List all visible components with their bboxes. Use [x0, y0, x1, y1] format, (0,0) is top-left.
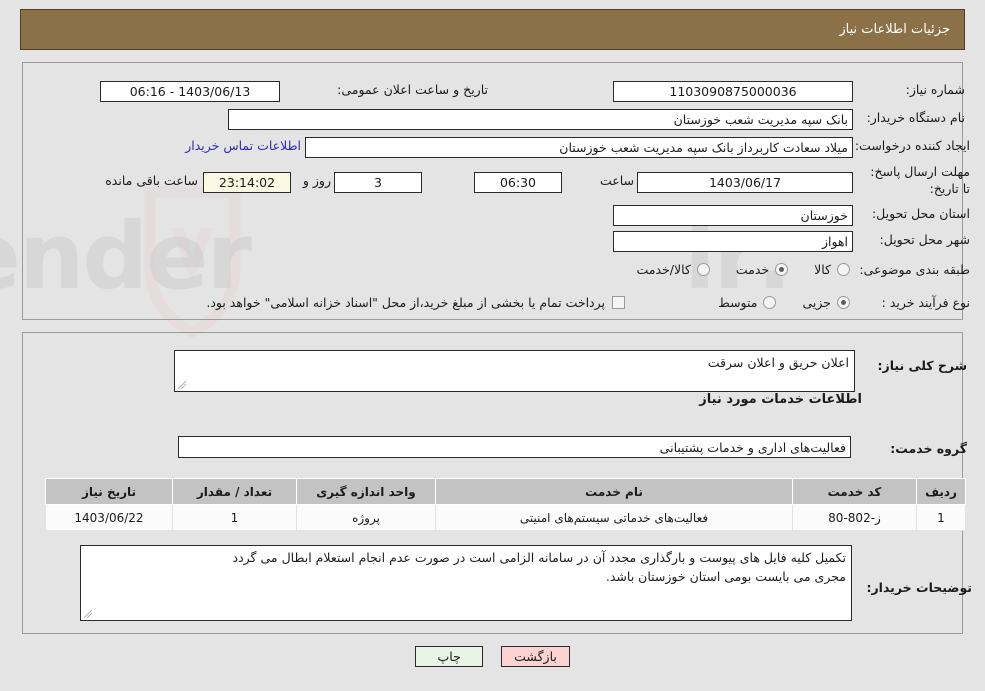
table-cell-qty: 1: [172, 504, 297, 531]
subject-category-radio-1[interactable]: [775, 263, 789, 276]
subject-category-option-2[interactable]: کالا/خدمت: [636, 262, 710, 277]
table-row[interactable]: 1 ز-802-80 فعالیت‌های خدماتی سیستم‌های امن…: [45, 504, 966, 531]
service-group-label-wrap: گروه خدمت:: [862, 441, 967, 458]
buyer-notes-line-1: تکمیل کلیه فایل های پیوست و بارگذاری مجد…: [232, 550, 846, 565]
subject-category-radio-0[interactable]: [837, 263, 850, 276]
table-cell-code: ز-802-80: [792, 504, 917, 531]
subject-category-option-1[interactable]: خدمت: [735, 262, 789, 277]
print-button[interactable]: چاپ: [415, 646, 484, 667]
table-header-name: نام خدمت: [435, 478, 793, 505]
buyer-notes-label: توضیحات خریدار:: [866, 580, 972, 595]
deadline-days-label-wrap: روز و: [295, 173, 331, 188]
page-title: جزئیات اطلاعات نیاز: [839, 22, 950, 37]
subject-category-label-wrap: طبقه بندی موضوعی:: [859, 262, 970, 279]
general-description-value: اعلان حریق و اعلان سرقت: [707, 355, 849, 370]
public-announce-label-wrap: تاریخ و ساعت اعلان عمومی:: [288, 82, 488, 99]
buyer-contact-link[interactable]: اطلاعات تماس خریدار: [185, 138, 301, 153]
resize-grip-icon[interactable]: [177, 380, 187, 390]
service-items-table: ردیف کد خدمت نام خدمت واحد اندازه گیری ت…: [45, 478, 966, 531]
city-label-wrap: شهر محل تحویل:: [860, 232, 970, 249]
subject-category-radio-2[interactable]: [696, 263, 710, 276]
deadline-days-field[interactable]: 3: [334, 172, 422, 193]
general-description-label-wrap: شرح کلی نیاز:: [862, 358, 967, 375]
need-number-label-wrap: شماره نیاز:: [860, 82, 965, 99]
service-group-label: گروه خدمت:: [890, 441, 967, 456]
table-header-qty: تعداد / مقدار: [172, 478, 297, 505]
table-header-code: کد خدمت: [792, 478, 917, 505]
need-number-label: شماره نیاز:: [905, 82, 965, 97]
need-number-field[interactable]: 1103090875000036: [613, 81, 853, 102]
table-cell-unit: پروژه: [296, 504, 436, 531]
table-header-row: ردیف کد خدمت نام خدمت واحد اندازه گیری ت…: [45, 478, 966, 505]
treasury-bond-checkbox-row[interactable]: پرداخت تمام یا بخشی از مبلغ خرید،از محل …: [115, 295, 625, 310]
resize-grip-icon[interactable]: [83, 609, 93, 619]
buyer-notes-textarea[interactable]: تکمیل کلیه فایل های پیوست و بارگذاری مجد…: [80, 545, 852, 621]
table-header-date: تاریخ نیاز: [45, 478, 173, 505]
subject-category-label-0: کالا: [814, 262, 831, 277]
footer-actions: بازگشت چاپ: [0, 646, 985, 667]
purchase-process-radio-0[interactable]: [837, 296, 850, 309]
treasury-bond-label: پرداخت تمام یا بخشی از مبلغ خرید،از محل …: [206, 295, 605, 310]
buyer-contact-link-wrap: اطلاعات تماس خریدار: [185, 138, 301, 153]
table-cell-name: فعالیت‌های خدماتی سیستم‌های امنیتی: [435, 504, 793, 531]
table-header-unit: واحد اندازه گیری: [296, 478, 436, 505]
public-announce-field[interactable]: 1403/06/13 - 06:16: [100, 81, 280, 102]
deadline-label: مهلت ارسال پاسخ: تا تاریخ:: [870, 164, 970, 196]
purchase-process-label-1: متوسط: [718, 295, 758, 310]
deadline-days-label: روز و: [302, 173, 331, 188]
deadline-hour-label: ساعت: [599, 173, 634, 188]
table-cell-row: 1: [916, 504, 966, 531]
deadline-date-field[interactable]: 1403/06/17: [637, 172, 853, 193]
buyer-org-label-wrap: نام دستگاه خریدار:: [860, 110, 965, 127]
general-description-label: شرح کلی نیاز:: [877, 358, 967, 373]
deadline-hour-field[interactable]: 06:30: [474, 172, 562, 193]
subject-category-label-2: کالا/خدمت: [636, 262, 691, 277]
buyer-notes-line-2: مجری می بایست بومی استان خوزستان باشد.: [605, 568, 846, 584]
table-header-row-index: ردیف: [916, 478, 966, 505]
table-cell-date: 1403/06/22: [45, 504, 173, 531]
request-creator-label: ایجاد کننده درخواست:: [854, 138, 970, 153]
public-announce-label: تاریخ و ساعت اعلان عمومی:: [337, 82, 488, 97]
request-creator-field[interactable]: میلاد سعادت کاربرداز بانک سپه مدیریت شعب…: [305, 137, 853, 158]
purchase-process-option-1[interactable]: متوسط: [718, 295, 777, 310]
service-group-field[interactable]: فعالیت‌های اداری و خدمات پشتیبانی: [178, 436, 851, 458]
buyer-notes-label-wrap: توضیحات خریدار:: [862, 580, 972, 597]
subject-category-label-1: خدمت: [735, 262, 770, 277]
window-title-bar: جزئیات اطلاعات نیاز: [20, 9, 965, 50]
general-description-textarea[interactable]: اعلان حریق و اعلان سرقت: [174, 350, 855, 392]
subject-category-option-0[interactable]: کالا: [814, 262, 850, 277]
subject-category-label: طبقه بندی موضوعی:: [859, 262, 970, 277]
deadline-remaining-label-wrap: ساعت باقی مانده: [88, 173, 198, 188]
province-label: استان محل تحویل:: [871, 206, 970, 221]
purchase-process-label-0: جزیی: [802, 295, 831, 310]
deadline-countdown-field: 23:14:02: [203, 172, 291, 193]
city-label: شهر محل تحویل:: [879, 232, 970, 247]
province-field[interactable]: خوزستان: [613, 205, 853, 226]
request-creator-label-wrap: ایجاد کننده درخواست:: [855, 138, 970, 155]
buyer-org-field[interactable]: بانک سپه مدیریت شعب خوزستان: [228, 109, 853, 130]
page-root: AriaTender .ir جزئیات اطلاعات نیاز شماره…: [0, 0, 985, 691]
purchase-process-radio-1[interactable]: [763, 296, 777, 309]
treasury-bond-checkbox[interactable]: [612, 296, 625, 309]
deadline-remaining-label: ساعت باقی مانده: [105, 173, 198, 188]
purchase-process-label: نوع فرآیند خرید :: [881, 295, 970, 310]
back-button[interactable]: بازگشت: [501, 646, 570, 667]
city-field[interactable]: اهواز: [613, 231, 853, 252]
subject-category-options: کالا خدمت کالا/خدمت: [520, 262, 850, 277]
province-label-wrap: استان محل تحویل:: [860, 206, 970, 223]
services-section-title: اطلاعات خدمات مورد نیاز: [699, 392, 862, 407]
purchase-process-option-0[interactable]: جزیی: [802, 295, 850, 310]
deadline-label-wrap: مهلت ارسال پاسخ: تا تاریخ:: [860, 164, 970, 198]
deadline-hour-label-wrap: ساعت: [594, 173, 634, 188]
purchase-process-label-wrap: نوع فرآیند خرید :: [860, 295, 970, 312]
buyer-org-label: نام دستگاه خریدار:: [866, 110, 965, 125]
